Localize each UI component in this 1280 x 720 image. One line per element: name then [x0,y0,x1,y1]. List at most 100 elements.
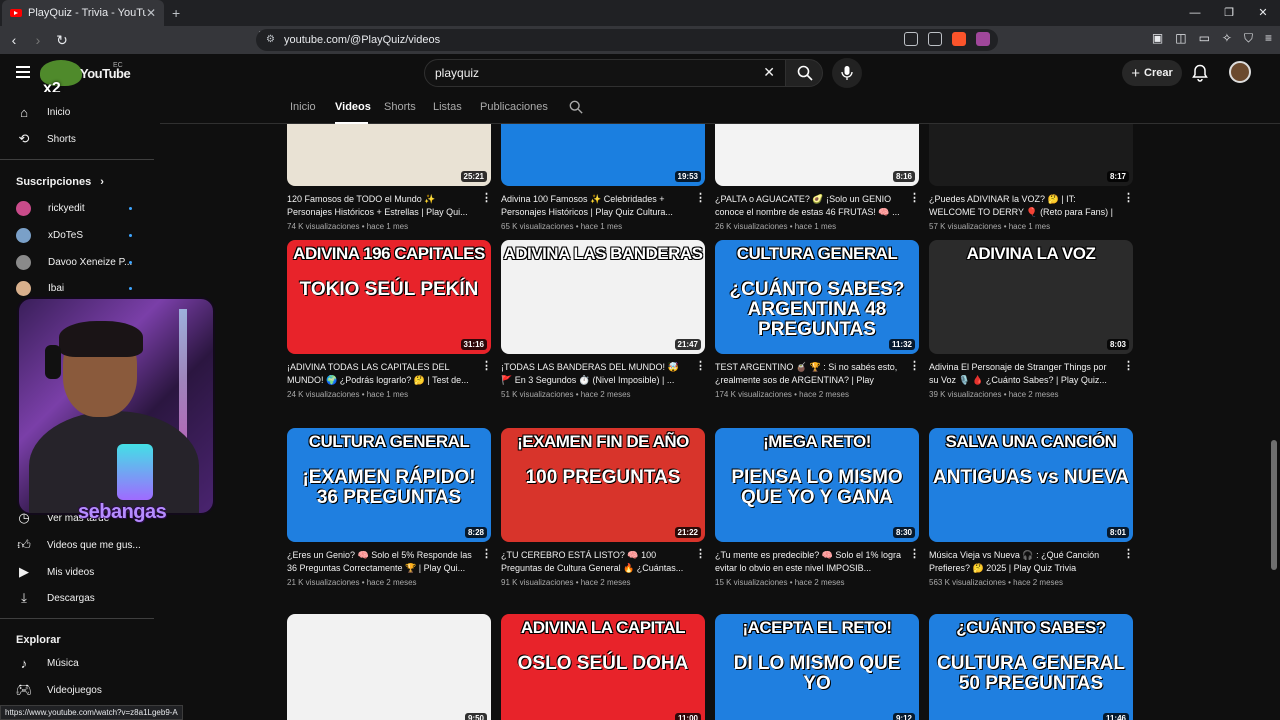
video-card[interactable]: ¡EXAMEN FIN DE AÑO 100 PREGUNTAS 21:22 ¿TU … [501,428,706,587]
video-thumbnail[interactable]: CULTURA GENERAL ¡EXAMEN RÁPIDO! 36 PREGUN… [287,428,491,542]
reload-icon[interactable]: ↻ [52,32,72,49]
more-actions-icon[interactable]: ⋮ [1123,193,1134,204]
video-thumbnail[interactable]: WELCOME TO DERRY8:17 [929,124,1133,186]
video-card[interactable]: CULTURA GENERAL ¡EXAMEN RÁPIDO! 36 PREGUN… [287,428,492,587]
more-actions-icon[interactable]: ⋮ [695,193,706,204]
account-avatar[interactable] [1229,61,1251,83]
video-card[interactable]: CULTURA GENERAL ¿CUÁNTO SABES? ARGENTINA … [715,240,920,399]
video-card[interactable]: ADIVINA LA VOZ 8:03 Adivina El Personaje d… [929,240,1134,399]
video-title[interactable]: ¿Puedes ADIVINAR la VOZ? 🤔 | IT: WELCOME… [929,193,1115,219]
video-thumbnail[interactable]: CULTURA GENERAL ¿CUÁNTO SABES? ARGENTINA … [715,240,919,354]
video-card[interactable]: ADIVINA LA CAPITAL OSLO SEÚL DOHA 11:00 [501,614,705,720]
video-card[interactable]: ¿CUÁNTO SABES? CULTURA GENERAL 50 PREGUNT… [929,614,1133,720]
more-actions-icon[interactable]: ⋮ [909,549,920,560]
video-thumbnail[interactable]: 9:50 [287,614,491,720]
thumbnail-headline: CULTURA GENERAL [308,432,470,451]
tab-videos[interactable]: Videos [335,101,371,113]
wallet-icon[interactable]: ▭ [1199,31,1210,46]
video-thumbnail[interactable]: CELEBRIDADES E HISTÓRICOS19:53 [501,124,705,186]
video-title[interactable]: ¿TU CEREBRO ESTÁ LISTO? 🧠 100 Preguntas … [501,549,687,575]
thumbnail-subtext: 100 PREGUNTAS [525,467,681,488]
channel-search-icon[interactable] [569,100,583,114]
sidebar-toggle-icon[interactable]: ▣ [1152,31,1163,46]
video-title[interactable]: Adivina El Personaje de Stranger Things … [929,361,1115,387]
video-title[interactable]: ¿PALTA o AGUACATE? 🥑 ¡Solo un GENIO cono… [715,193,901,219]
video-thumbnail[interactable]: ¡EXAMEN FIN DE AÑO 100 PREGUNTAS 21:22 [501,428,705,542]
video-thumbnail[interactable]: 8:16 [715,124,919,186]
more-actions-icon[interactable]: ⋮ [1123,361,1134,372]
video-thumbnail[interactable]: ADIVINA LA CAPITAL OSLO SEÚL DOHA 11:00 [501,614,705,720]
restore-icon[interactable]: ❐ [1212,0,1246,26]
tab-shorts[interactable]: Shorts [384,101,416,113]
video-card[interactable]: 8:16 ¿PALTA o AGUACATE? 🥑 ¡Solo un GENIO … [715,124,920,231]
tab-listas[interactable]: Listas [433,101,462,113]
more-actions-icon[interactable]: ⋮ [695,361,706,372]
search-button[interactable] [785,59,823,87]
video-card[interactable]: CELEBRIDADES E HISTÓRICOS19:53 Adivina 10… [501,124,706,231]
share-icon[interactable] [928,32,942,46]
tab-publicaciones[interactable]: Publicaciones [480,101,548,113]
video-card[interactable]: SALVA UNA CANCIÓN ANTIGUAS vs NUEVA 8:01 Mú… [929,428,1134,587]
video-title[interactable]: Adivina 100 Famosos ✨ Celebridades + Per… [501,193,687,219]
video-card[interactable]: ADIVINA 196 CAPITALES TOKIO SEÚL PEKÍN 31:… [287,240,492,399]
voice-search-button[interactable] [832,58,862,88]
more-actions-icon[interactable]: ⋮ [481,361,492,372]
video-card[interactable]: WELCOME TO DERRY8:17 ¿Puedes ADIVINAR la … [929,124,1134,231]
video-card[interactable]: 9:50 [287,614,491,720]
notifications-bell-icon[interactable] [1192,64,1208,82]
close-window-icon[interactable]: ✕ [1246,0,1280,26]
search-input[interactable]: playquiz ✕ [424,59,786,87]
minimize-icon[interactable]: — [1178,0,1212,26]
page-scrollbar[interactable] [1271,440,1277,570]
video-thumbnail[interactable]: ¡ACEPTA EL RETO! DI LO MISMO QUE YO 9:12 [715,614,919,720]
back-icon[interactable]: ‹ [4,32,24,48]
video-card[interactable]: ¡ACEPTA EL RETO! DI LO MISMO QUE YO 9:12 [715,614,919,720]
video-title[interactable]: TEST ARGENTINO 🧉 🏆 : Si no sabés esto, ¿… [715,361,901,387]
split-view-icon[interactable]: ◫ [1175,31,1186,46]
tab-inicio[interactable]: Inicio [290,101,316,113]
cast-icon[interactable] [904,32,918,46]
more-actions-icon[interactable]: ⋮ [909,361,920,372]
brave-shield-icon[interactable] [952,32,966,46]
video-thumbnail[interactable]: ADIVINA LAS BANDERAS 21:47 [501,240,705,354]
search-icon [797,65,813,81]
brave-rewards-icon[interactable] [976,32,990,46]
video-card[interactable]: ¡MEGA RETO! PIENSA LO MISMO QUE YO Y GANA… [715,428,920,587]
video-title[interactable]: 120 Famosos de TODO el Mundo ✨ Personaje… [287,193,473,219]
more-actions-icon[interactable]: ⋮ [695,549,706,560]
video-thumbnail[interactable]: 25:21 [287,124,491,186]
forward-icon[interactable]: › [28,32,48,48]
more-actions-icon[interactable]: ⋮ [481,193,492,204]
video-thumbnail[interactable]: ADIVINA 196 CAPITALES TOKIO SEÚL PEKÍN 31:… [287,240,491,354]
more-actions-icon[interactable]: ⋮ [1123,549,1134,560]
close-tab-icon[interactable]: ✕ [146,6,156,20]
address-bar[interactable]: ⚙ youtube.com/@PlayQuiz/videos [256,29,998,51]
vpn-shield-icon[interactable]: ⛉ [1244,31,1253,46]
video-thumbnail[interactable]: ADIVINA LA VOZ 8:03 [929,240,1133,354]
site-info-icon[interactable]: ⚙ [266,34,275,45]
video-title[interactable]: ¿Tu mente es predecible? 🧠 Solo el 1% lo… [715,549,901,575]
create-button[interactable]: + Crear [1122,60,1182,86]
video-card[interactable]: ADIVINA LAS BANDERAS 21:47 ¡TODAS LAS BAND… [501,240,706,399]
leo-ai-icon[interactable]: ✧ [1222,31,1232,46]
video-thumbnail[interactable]: ¡MEGA RETO! PIENSA LO MISMO QUE YO Y GANA… [715,428,919,542]
video-title[interactable]: ¡TODAS LAS BANDERAS DEL MUNDO! 🤯 🚩 En 3 … [501,361,687,387]
video-title[interactable]: ¡ADIVINA TODAS LAS CAPITALES DEL MUNDO! … [287,361,473,387]
browser-tab[interactable]: PlayQuiz - Trivia - YouTube ✕ [2,0,164,26]
more-actions-icon[interactable]: ⋮ [909,193,920,204]
browser-menu-icon[interactable]: ≡ [1265,31,1272,46]
clear-search-icon[interactable]: ✕ [763,64,775,81]
sidebar-item-inicio[interactable]: ⌂ Inicio [0,99,154,125]
video-title[interactable]: Música Vieja vs Nueva 🎧 : ¿Qué Canción P… [929,549,1115,575]
hamburger-menu-icon[interactable] [16,66,30,78]
video-card[interactable]: 25:21 120 Famosos de TODO el Mundo ✨ Pers… [287,124,492,231]
video-title[interactable]: ¿Eres un Genio? 🧠 Solo el 5% Responde la… [287,549,473,575]
url-text: youtube.com/@PlayQuiz/videos [284,34,441,46]
video-thumbnail[interactable]: SALVA UNA CANCIÓN ANTIGUAS vs NUEVA 8:01 [929,428,1133,542]
video-grid: 25:21 120 Famosos de TODO el Mundo ✨ Pers… [0,124,1280,720]
youtube-logo[interactable]: x2 YouTube EC [40,60,131,97]
new-tab-icon[interactable]: + [172,5,180,21]
video-meta: 174 K visualizaciones • hace 2 meses [715,390,849,399]
video-thumbnail[interactable]: ¿CUÁNTO SABES? CULTURA GENERAL 50 PREGUNT… [929,614,1133,720]
more-actions-icon[interactable]: ⋮ [481,549,492,560]
